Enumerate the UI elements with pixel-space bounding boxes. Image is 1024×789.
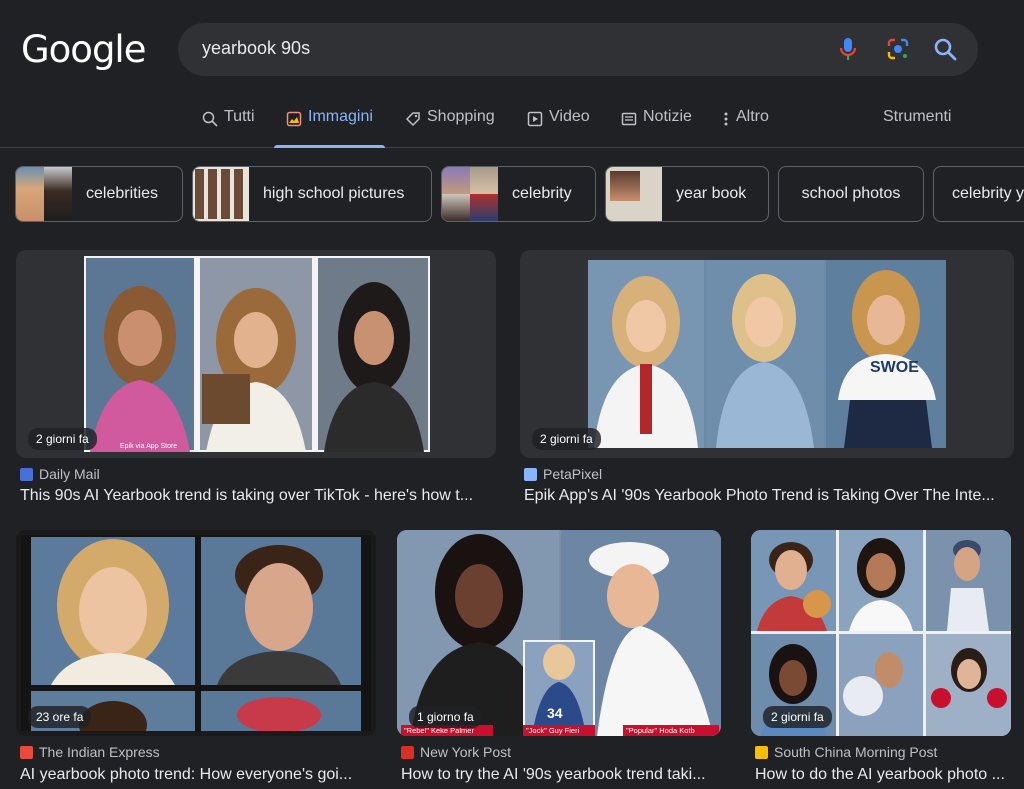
source-name: The Indian Express (39, 744, 160, 760)
chip-thumbnail (16, 167, 72, 221)
tab-all[interactable]: Tutti (202, 108, 255, 148)
shirt-text: SWOE (870, 359, 919, 376)
tab-video[interactable]: Video (527, 108, 590, 148)
source-name: New York Post (420, 744, 512, 760)
tools-button[interactable]: Strumenti (883, 108, 951, 126)
search-tabs: Tutti Immagini Shopping Video Notizie Al… (0, 100, 1024, 148)
petapixel-favicon-icon (524, 467, 537, 481)
result-title[interactable]: This 90s AI Yearbook trend is taking ove… (20, 487, 496, 505)
tab-label: Tutti (224, 108, 255, 125)
chip-school-photos[interactable]: school photos (778, 166, 924, 222)
chip-thumbnail (442, 167, 498, 221)
chip-label: year book (676, 185, 747, 202)
chip-celebrity-y[interactable]: celebrity y (933, 166, 1024, 222)
result-card[interactable]: 34 "Rebel" Keke Palmer "Jock" Guy Fieri … (397, 530, 721, 789)
tab-shopping[interactable]: Shopping (405, 108, 495, 148)
result-title[interactable]: How to try the AI '90s yearbook trend ta… (401, 766, 719, 784)
yearbook-photo-collage (21, 535, 371, 731)
google-lens-icon[interactable] (883, 34, 913, 64)
result-source[interactable]: PetaPixel (524, 466, 602, 482)
age-badge: 23 ore fa (28, 706, 92, 728)
source-name: PetaPixel (543, 466, 603, 482)
result-card[interactable]: 2 giorni fa South China Morning Post How… (751, 530, 1011, 789)
more-vert-icon (724, 112, 728, 126)
image-caption-jock: "Jock" Guy Fieri (526, 726, 580, 735)
image-icon (286, 111, 302, 127)
yearbook-photo-collage: Epik via App Store (84, 256, 430, 452)
result-image[interactable]: 2 giorni fa (751, 530, 1011, 736)
result-image[interactable]: 34 "Rebel" Keke Palmer "Jock" Guy Fieri … (397, 530, 721, 736)
age-badge: 2 giorni fa (28, 428, 97, 450)
result-image[interactable]: 23 ore fa (16, 530, 376, 736)
indian-express-favicon-icon (20, 745, 33, 759)
chip-high-school-pictures[interactable]: high school pictures (192, 166, 432, 222)
result-source[interactable]: South China Morning Post (755, 744, 937, 760)
source-name: South China Morning Post (774, 744, 938, 760)
yearbook-photo-collage: SWOE (588, 260, 946, 448)
tab-label: Altro (736, 108, 769, 125)
chip-thumbnail (606, 167, 662, 221)
chip-label: celebrity (512, 185, 572, 202)
header: Google yearbook 90s (0, 0, 1024, 100)
daily-mail-favicon-icon (20, 467, 33, 481)
search-icon (202, 111, 218, 127)
chip-celebrities[interactable]: celebrities (15, 166, 183, 222)
tab-news[interactable]: Notizie (621, 108, 692, 148)
search-icon[interactable] (930, 34, 960, 64)
image-watermark: Epik via App Store (120, 443, 177, 450)
chip-label: school photos (801, 185, 901, 202)
age-badge: 1 giorno fa (409, 706, 482, 728)
play-icon (527, 111, 543, 127)
result-card[interactable]: 23 ore fa The Indian Express AI yearbook… (16, 530, 376, 789)
result-image[interactable]: SWOE 2 giorni fa (520, 250, 1014, 458)
result-title[interactable]: How to do the AI yearbook photo ... (755, 766, 1011, 784)
search-box[interactable]: yearbook 90s (178, 23, 978, 76)
search-input[interactable]: yearbook 90s (202, 38, 310, 59)
result-title[interactable]: AI yearbook photo trend: How everyone's … (20, 766, 376, 784)
news-icon (621, 112, 637, 126)
chip-thumbnail (193, 167, 249, 221)
result-source[interactable]: Daily Mail (20, 466, 100, 482)
result-card[interactable]: Epik via App Store 2 giorni fa Daily Mai… (16, 250, 496, 510)
chip-year-book[interactable]: year book (605, 166, 769, 222)
age-badge: 2 giorni fa (532, 428, 601, 450)
tag-icon (405, 112, 420, 127)
result-image[interactable]: Epik via App Store 2 giorni fa (16, 250, 496, 458)
google-logo[interactable]: Google (21, 28, 146, 71)
scmp-favicon-icon (755, 745, 768, 759)
tab-label: Video (549, 108, 590, 125)
tab-label: Notizie (643, 108, 692, 125)
tab-more[interactable]: Altro (722, 108, 769, 148)
chip-label: celebrities (86, 185, 159, 202)
source-name: Daily Mail (39, 466, 100, 482)
chip-celebrity[interactable]: celebrity (441, 166, 596, 222)
age-badge: 2 giorni fa (763, 706, 832, 728)
microphone-icon[interactable] (833, 34, 863, 64)
result-card[interactable]: SWOE 2 giorni fa PetaPixel Epik App's AI… (520, 250, 1014, 510)
image-caption-popular: "Popular" Hoda Kotb (626, 726, 695, 735)
refinement-chips: celebrities high school pictures celebri… (0, 166, 1024, 222)
chip-label: high school pictures (263, 185, 405, 202)
tab-label: Immagini (308, 108, 373, 125)
jersey-number: 34 (547, 705, 563, 721)
result-source[interactable]: New York Post (401, 744, 511, 760)
new-york-post-favicon-icon (401, 745, 414, 759)
result-title[interactable]: Epik App's AI '90s Yearbook Photo Trend … (524, 487, 1012, 505)
tab-label: Shopping (427, 108, 495, 125)
chip-label: celebrity y (952, 185, 1024, 202)
result-source[interactable]: The Indian Express (20, 744, 160, 760)
tab-images[interactable]: Immagini (274, 108, 385, 148)
